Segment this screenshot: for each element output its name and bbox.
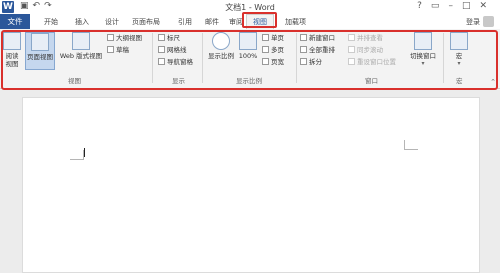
minimize-icon[interactable]: –	[448, 1, 462, 11]
tab-addins[interactable]: 加载项	[285, 17, 306, 27]
tab-layout[interactable]: 页面布局	[132, 17, 160, 27]
window-controls: ?▭–□✕	[417, 1, 496, 11]
ribbon-highlight	[1, 30, 498, 90]
tab-file[interactable]: 文件	[0, 14, 30, 29]
tab-insert[interactable]: 插入	[75, 17, 89, 27]
tab-mailings[interactable]: 邮件	[205, 17, 219, 27]
tab-home[interactable]: 开始	[44, 17, 58, 27]
crop-mark-right	[404, 140, 418, 150]
view-tab-highlight	[242, 12, 277, 28]
crop-mark-left	[70, 150, 84, 160]
close-icon[interactable]: ✕	[479, 1, 496, 11]
avatar[interactable]	[483, 16, 494, 27]
ribbon-options-icon[interactable]: ▭	[431, 1, 449, 11]
tab-design[interactable]: 设计	[105, 17, 119, 27]
help-icon[interactable]: ?	[417, 1, 431, 11]
tab-review[interactable]: 审阅	[229, 17, 243, 27]
maximize-icon[interactable]: □	[462, 1, 480, 11]
tab-references[interactable]: 引用	[178, 17, 192, 27]
login-link[interactable]: 登录	[466, 17, 480, 27]
text-cursor	[84, 148, 85, 157]
document-page[interactable]	[22, 97, 480, 273]
